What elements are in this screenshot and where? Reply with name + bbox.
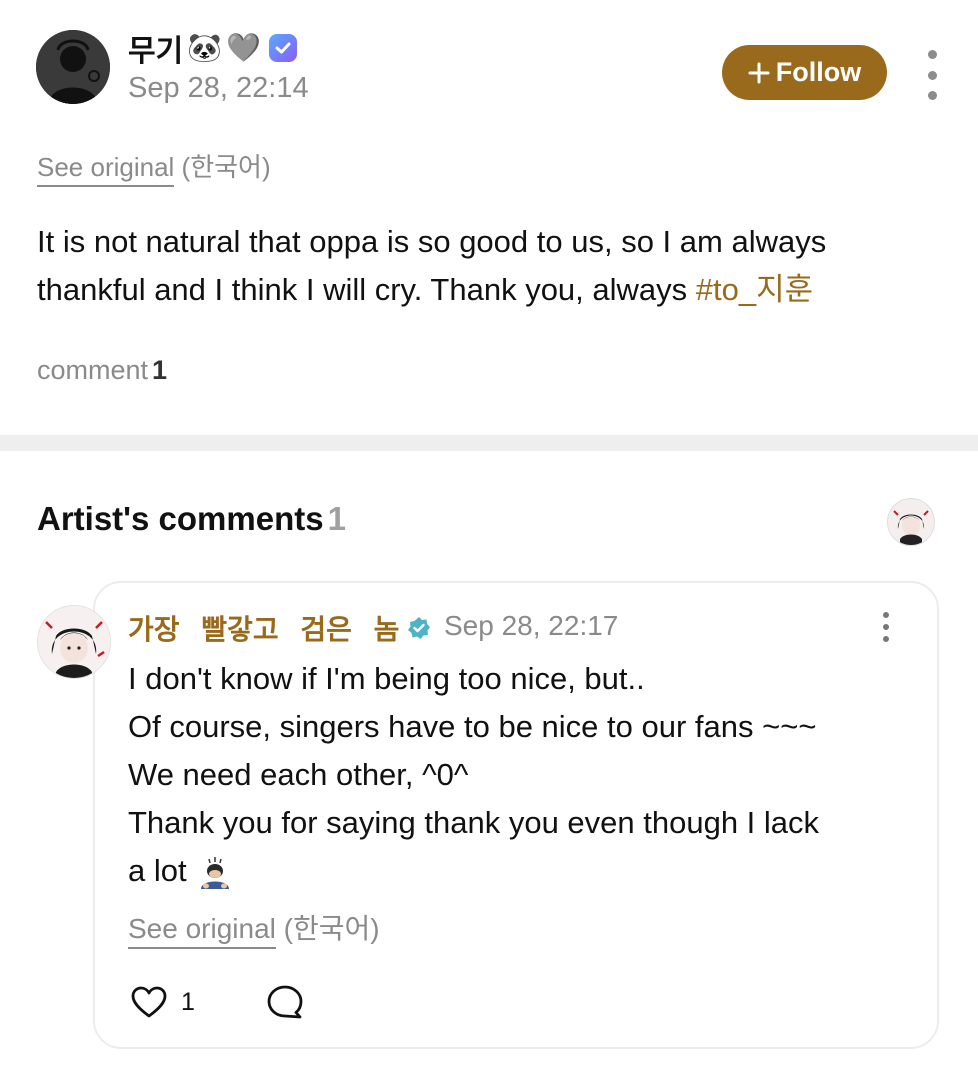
grey-heart-emoji: 🩶: [226, 32, 261, 63]
default-avatar-icon: [36, 30, 110, 104]
original-language: (한국어): [181, 152, 271, 182]
more-options-icon[interactable]: [920, 50, 944, 100]
reply-bubble-icon[interactable]: [266, 984, 304, 1020]
verified-badge-icon: [408, 617, 431, 639]
reply-line: We need each other, ^0^: [128, 757, 469, 792]
reply-line-last: a lot: [128, 847, 918, 895]
comment-label: comment: [37, 355, 149, 385]
artist-name-text: 가장 빨갛고 검은 놈: [128, 614, 400, 645]
hashtag-link[interactable]: #to_지훈: [696, 272, 813, 307]
comment-count[interactable]: comment 1: [37, 355, 167, 386]
post-body: It is not natural that oppa is so good t…: [37, 218, 937, 314]
user-avatar[interactable]: [36, 30, 110, 104]
see-original-link[interactable]: See original: [128, 913, 276, 949]
comment-number: 1: [152, 355, 168, 385]
reply-line: a lot: [128, 853, 187, 888]
reply-body: I don't know if I'm being too nice, but.…: [128, 655, 918, 895]
artist-portrait-icon: [38, 606, 110, 678]
artist-comments-title: Artist's comments 1: [37, 500, 346, 538]
see-original-reply[interactable]: See original (한국어): [128, 907, 380, 949]
see-original-post[interactable]: See original (한국어): [37, 147, 271, 187]
post-author[interactable]: 무기 🐼 🩶: [128, 26, 297, 70]
post-timestamp: Sep 28, 22:14: [128, 72, 309, 104]
panda-emoji: 🐼: [187, 32, 223, 63]
reply-more-options-icon[interactable]: [878, 612, 894, 642]
reply-line: Of course, singers have to be nice to ou…: [128, 709, 817, 744]
section-divider: [0, 435, 978, 451]
artist-avatar[interactable]: [37, 605, 111, 679]
reply-line: I don't know if I'm being too nice, but.…: [128, 661, 645, 696]
post-author-name: 무기: [128, 35, 184, 68]
artist-name[interactable]: 가장 빨갛고 검은 놈: [128, 608, 431, 648]
follow-button[interactable]: Follow: [722, 45, 887, 100]
bowing-person-emoji-icon: [200, 856, 229, 889]
plus-icon: [748, 62, 770, 83]
membership-badge-icon: [268, 34, 297, 62]
artist-comments-label: Artist's comments: [37, 500, 324, 537]
original-language: (한국어): [283, 913, 380, 944]
heart-icon[interactable]: [130, 985, 168, 1019]
artist-avatar-small[interactable]: [887, 498, 935, 546]
reply-line: Thank you for saying thank you even thou…: [128, 805, 820, 840]
artist-portrait-icon: [888, 499, 934, 545]
see-original-link[interactable]: See original: [37, 152, 175, 187]
artist-comments-count: 1: [327, 500, 346, 537]
reply-timestamp: Sep 28, 22:17: [444, 610, 619, 641]
like-count: 1: [181, 988, 195, 1016]
follow-label: Follow: [775, 57, 862, 87]
